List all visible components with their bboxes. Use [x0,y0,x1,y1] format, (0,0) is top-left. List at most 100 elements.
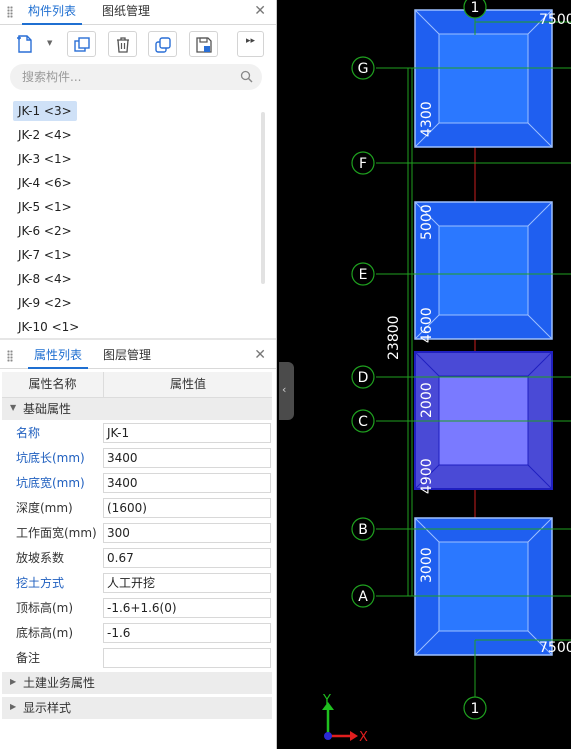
drag-grip-icon[interactable] [7,6,13,18]
property-value-input[interactable]: (1600) [103,498,271,518]
axis-label: E [359,267,368,283]
axis-label: C [358,414,368,430]
property-row-working-width: 工作面宽(mm) 300 [2,521,272,546]
list-item[interactable]: JK-3 <1> [13,149,77,169]
axis-label: B [358,522,368,538]
collapse-triangle-icon[interactable]: ▼ [10,403,16,412]
search-icon[interactable] [240,70,253,83]
list-item[interactable]: JK-7 <1> [13,245,77,265]
dimension-text: 2000 [419,382,435,418]
new-component-button[interactable]: ▼ [14,32,56,58]
layers-copy-icon [155,37,171,53]
property-label: 放坡系数 [16,551,65,565]
list-item[interactable]: JK-6 <2> [13,221,77,241]
axis-bubble-g[interactable]: G [351,56,375,80]
property-grid-header: 属性名称 属性值 [2,372,272,398]
list-item[interactable]: JK-4 <6> [13,173,77,193]
property-row-excavation-method: 挖土方式 人工开挖 [2,571,272,596]
property-value-input[interactable]: 3400 [103,448,271,468]
axis-label: 1 [471,701,480,717]
axis-bubble-e[interactable]: E [351,262,375,286]
property-row-bottom-elevation: 底标高(m) -1.6 [2,621,272,646]
property-value-input[interactable]: -1.6 [103,623,271,643]
property-label: 挖土方式 [16,576,65,590]
expand-triangle-icon[interactable]: ▶ [10,677,16,686]
property-value-input[interactable]: 300 [103,523,271,543]
property-label: 备注 [16,651,41,665]
pit-e[interactable] [414,201,553,340]
property-row-slope-coefficient: 放坡系数 0.67 [2,546,272,571]
property-value-input[interactable]: -1.6+1.6(0) [103,598,271,618]
axis-bubble-f[interactable]: F [351,151,375,175]
column-header-name: 属性名称 [28,377,77,391]
pit-a[interactable] [414,517,553,656]
property-row-name: 名称 JK-1 [2,421,272,446]
axis-label: D [358,370,369,386]
section-civil-properties[interactable]: ▶ 土建业务属性 [2,672,272,694]
copy-to-floor-button[interactable] [148,31,177,57]
tab-layer-management[interactable]: 图层管理 [97,344,157,367]
list-item[interactable]: JK-8 <4> [13,269,77,289]
dimension-text-bottom: 7500 [539,640,571,656]
property-value-input[interactable]: JK-1 [103,423,271,443]
list-item[interactable]: JK-9 <2> [13,293,77,313]
list-item[interactable]: JK-2 <4> [13,125,77,145]
property-value-input[interactable]: 3400 [103,473,271,493]
property-value-input[interactable]: 人工开挖 [103,573,271,593]
double-arrow-right-icon: ▸▸ [246,36,256,46]
drawing-canvas[interactable]: G F E D C B A 1 1 7500 7500 23800 4300 5… [277,0,571,749]
axis-bubble-d[interactable]: D [351,365,375,389]
section-title: 基础属性 [23,402,72,416]
list-item[interactable]: JK-10 <1> [13,317,84,337]
save-template-button[interactable] [189,31,218,57]
search-input[interactable] [10,64,262,90]
new-file-icon [17,35,32,53]
property-row-bottom-length: 坑底长(mm) 3400 [2,446,272,471]
component-panel-tabs: 构件列表 图纸管理 ✕ [0,0,276,25]
expand-triangle-icon[interactable]: ▶ [10,702,16,711]
axis-bubble-c[interactable]: C [351,409,375,433]
tab-property-list[interactable]: 属性列表 [28,344,89,369]
panel-divider[interactable] [0,338,276,340]
component-toolbar: ▼ ▸▸ [0,31,276,59]
property-row-remarks: 备注 [2,646,272,671]
dimension-text: 5000 [419,204,435,240]
property-value-input[interactable]: 0.67 [103,548,271,568]
dimension-text: 3000 [419,547,435,583]
dimension-text: 4600 [419,307,435,343]
tab-drawing-management[interactable]: 图纸管理 [96,0,156,23]
section-display-style[interactable]: ▶ 显示样式 [2,697,272,719]
delete-button[interactable] [108,31,137,57]
property-value-input[interactable] [103,648,271,668]
axis-bubble-b[interactable]: B [351,517,375,541]
component-list: JK-1 <3> JK-2 <4> JK-3 <1> JK-4 <6> JK-5… [0,99,262,337]
dimension-text-total: 23800 [386,315,402,360]
axis-label: A [358,589,368,605]
axis-label: 1 [471,0,480,16]
property-label: 坑底长(mm) [16,451,85,465]
axis-bubble-1-bottom[interactable]: 1 [463,696,487,720]
section-basic-properties[interactable]: ▼ 基础属性 [2,398,272,420]
property-row-bottom-width: 坑底宽(mm) 3400 [2,471,272,496]
tab-component-list[interactable]: 构件列表 [22,0,83,25]
close-icon[interactable]: ✕ [254,347,266,363]
close-icon[interactable]: ✕ [254,3,266,19]
property-label: 深度(mm) [16,501,73,515]
dropdown-arrow-icon[interactable]: ▼ [47,39,52,47]
copy-button[interactable] [67,31,96,57]
list-item[interactable]: JK-1 <3> [13,101,77,121]
list-item[interactable]: JK-5 <1> [13,197,77,217]
drag-grip-icon[interactable] [7,350,13,362]
property-row-top-elevation: 顶标高(m) -1.6+1.6(0) [2,596,272,621]
more-options-button[interactable]: ▸▸ [237,31,264,57]
dimension-text-top: 7500 [539,12,571,28]
axis-bubble-a[interactable]: A [351,584,375,608]
property-label: 工作面宽(mm) [16,526,97,540]
section-title: 显示样式 [23,701,72,715]
property-label: 顶标高(m) [16,601,74,615]
list-scrollbar[interactable] [261,112,265,284]
property-row-depth: 深度(mm) (1600) [2,496,272,521]
dimension-text: 4300 [419,101,435,137]
axis-bubble-1-top[interactable]: 1 [463,0,487,19]
pit-g[interactable] [414,9,553,148]
